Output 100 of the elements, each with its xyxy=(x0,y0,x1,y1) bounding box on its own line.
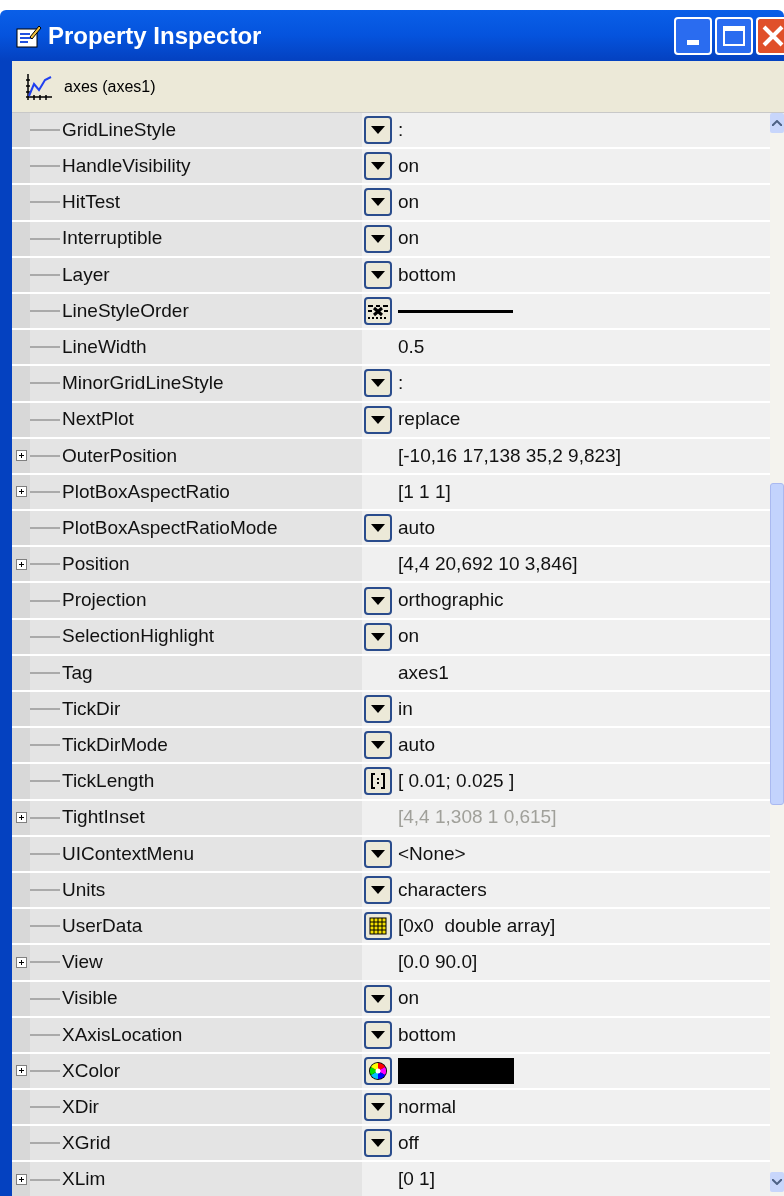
scroll-down-button[interactable] xyxy=(770,1172,784,1192)
dropdown-button[interactable] xyxy=(364,876,392,905)
close-button[interactable] xyxy=(756,16,784,55)
minimize-button[interactable] xyxy=(674,16,712,55)
dropdown-button[interactable] xyxy=(364,369,392,398)
dropdown-button[interactable] xyxy=(364,224,392,253)
dropdown-button[interactable] xyxy=(364,731,392,760)
caret-icon xyxy=(371,1030,385,1039)
dropdown-button[interactable] xyxy=(364,1093,392,1122)
maximize-button[interactable] xyxy=(715,16,753,55)
dropdown-button[interactable] xyxy=(364,152,392,181)
caret-icon xyxy=(371,1103,385,1112)
property-name: NextPlot xyxy=(61,407,134,432)
property-value-cell[interactable]: on xyxy=(362,981,770,1016)
color-picker-button[interactable] xyxy=(364,1056,392,1085)
line-style-button[interactable] xyxy=(364,297,392,326)
property-value-cell[interactable]: on xyxy=(362,149,770,184)
dropdown-button[interactable] xyxy=(364,514,392,543)
scrollbar[interactable] xyxy=(770,113,784,1196)
property-value-cell[interactable]: [1 1 1] xyxy=(362,474,770,510)
property-value-cell[interactable]: orthographic xyxy=(362,583,770,618)
property-name: XDir xyxy=(61,1094,99,1119)
property-value-cell[interactable]: characters xyxy=(362,872,770,908)
caret-icon xyxy=(371,705,385,714)
property-value-cell[interactable] xyxy=(362,1053,770,1089)
property-value-cell[interactable]: [0.0 90.0] xyxy=(362,945,770,980)
dropdown-button[interactable] xyxy=(364,260,392,289)
tree-connector xyxy=(30,1178,60,1181)
property-value-cell[interactable]: normal xyxy=(362,1090,770,1125)
property-value-cell[interactable]: <None> xyxy=(362,836,770,871)
property-name: Interruptible xyxy=(61,226,163,251)
array-editor-button[interactable] xyxy=(364,912,392,941)
property-value-cell[interactable]: bottom xyxy=(362,1017,770,1052)
property-value-cell[interactable]: off xyxy=(362,1126,770,1161)
property-value-cell[interactable]: auto xyxy=(362,511,770,546)
scroll-thumb[interactable] xyxy=(770,483,784,805)
property-value-cell[interactable]: : xyxy=(362,366,770,401)
tree-connector xyxy=(30,1142,60,1145)
property-value: on xyxy=(398,154,420,179)
property-value: : xyxy=(398,371,404,396)
tree-connector xyxy=(30,382,60,385)
property-value: [4,4 20,692 10 3,846] xyxy=(398,552,578,577)
property-value-cell[interactable]: 0.5 xyxy=(362,330,770,365)
property-value-cell[interactable]: bottom xyxy=(362,257,770,292)
tree-connector xyxy=(30,780,60,783)
property-value-cell[interactable]: on xyxy=(362,185,770,220)
expand-icon[interactable] xyxy=(15,450,27,462)
property-value-cell[interactable]: in xyxy=(362,692,770,727)
dropdown-button[interactable] xyxy=(364,188,392,217)
property-value: 0.5 xyxy=(398,334,425,359)
property-value-cell[interactable]: : xyxy=(362,113,770,148)
property-value: in xyxy=(398,696,413,721)
tree-connector xyxy=(30,563,60,566)
tree-connector xyxy=(30,1033,60,1036)
caret-icon xyxy=(371,415,385,424)
dropdown-button[interactable] xyxy=(364,984,392,1013)
caret-icon xyxy=(371,270,385,279)
expand-icon[interactable] xyxy=(15,956,27,968)
property-value-cell[interactable]: [0x0 double array] xyxy=(362,909,770,944)
property-value-cell[interactable]: [4,4 20,692 10 3,846] xyxy=(362,547,770,582)
property-value: [ 0.01; 0.025 ] xyxy=(398,769,515,794)
property-name: HandleVisibility xyxy=(61,154,191,179)
tree-connector xyxy=(30,925,60,928)
caret-icon xyxy=(371,596,385,605)
property-value-cell[interactable]: [-10,16 17,138 35,2 9,823] xyxy=(362,438,770,473)
property-value-cell[interactable]: [ 0.01; 0.025 ] xyxy=(362,764,770,799)
property-name: LineStyleOrder xyxy=(61,298,189,323)
property-value-cell[interactable]: replace xyxy=(362,402,770,437)
tree-connector xyxy=(30,310,60,313)
dropdown-button[interactable] xyxy=(364,116,392,145)
caret-icon xyxy=(772,120,782,126)
property-value: on xyxy=(398,190,420,215)
dropdown-button[interactable] xyxy=(364,695,392,724)
scroll-up-button[interactable] xyxy=(770,113,784,133)
expand-icon[interactable] xyxy=(15,1065,27,1077)
tree-connector xyxy=(30,273,60,276)
property-value: orthographic xyxy=(398,588,504,613)
property-value-cell[interactable]: auto xyxy=(362,728,770,763)
dropdown-button[interactable] xyxy=(364,405,392,434)
dropdown-button[interactable] xyxy=(364,839,392,868)
expand-icon[interactable] xyxy=(15,486,27,498)
expand-icon[interactable] xyxy=(15,558,27,570)
property-value-cell[interactable]: on xyxy=(362,619,770,654)
dropdown-button[interactable] xyxy=(364,1129,392,1158)
property-value-cell[interactable]: axes1 xyxy=(362,655,770,690)
property-name: LineWidth xyxy=(61,334,147,359)
property-value-cell[interactable]: [0 1] xyxy=(362,1162,770,1196)
dropdown-button[interactable] xyxy=(364,586,392,615)
property-value: replace xyxy=(398,407,461,432)
dropdown-button[interactable] xyxy=(364,1020,392,1049)
property-name: View xyxy=(61,950,103,975)
maximize-icon xyxy=(723,25,745,46)
expand-icon[interactable] xyxy=(15,1174,27,1186)
dropdown-button[interactable] xyxy=(364,622,392,651)
property-value-cell[interactable]: on xyxy=(362,221,770,256)
property-value-cell[interactable] xyxy=(362,293,770,329)
array-editor-button[interactable] xyxy=(364,767,392,796)
close-icon xyxy=(762,24,784,47)
property-name: TightInset xyxy=(61,805,145,830)
window-title: Property Inspector xyxy=(48,20,263,51)
